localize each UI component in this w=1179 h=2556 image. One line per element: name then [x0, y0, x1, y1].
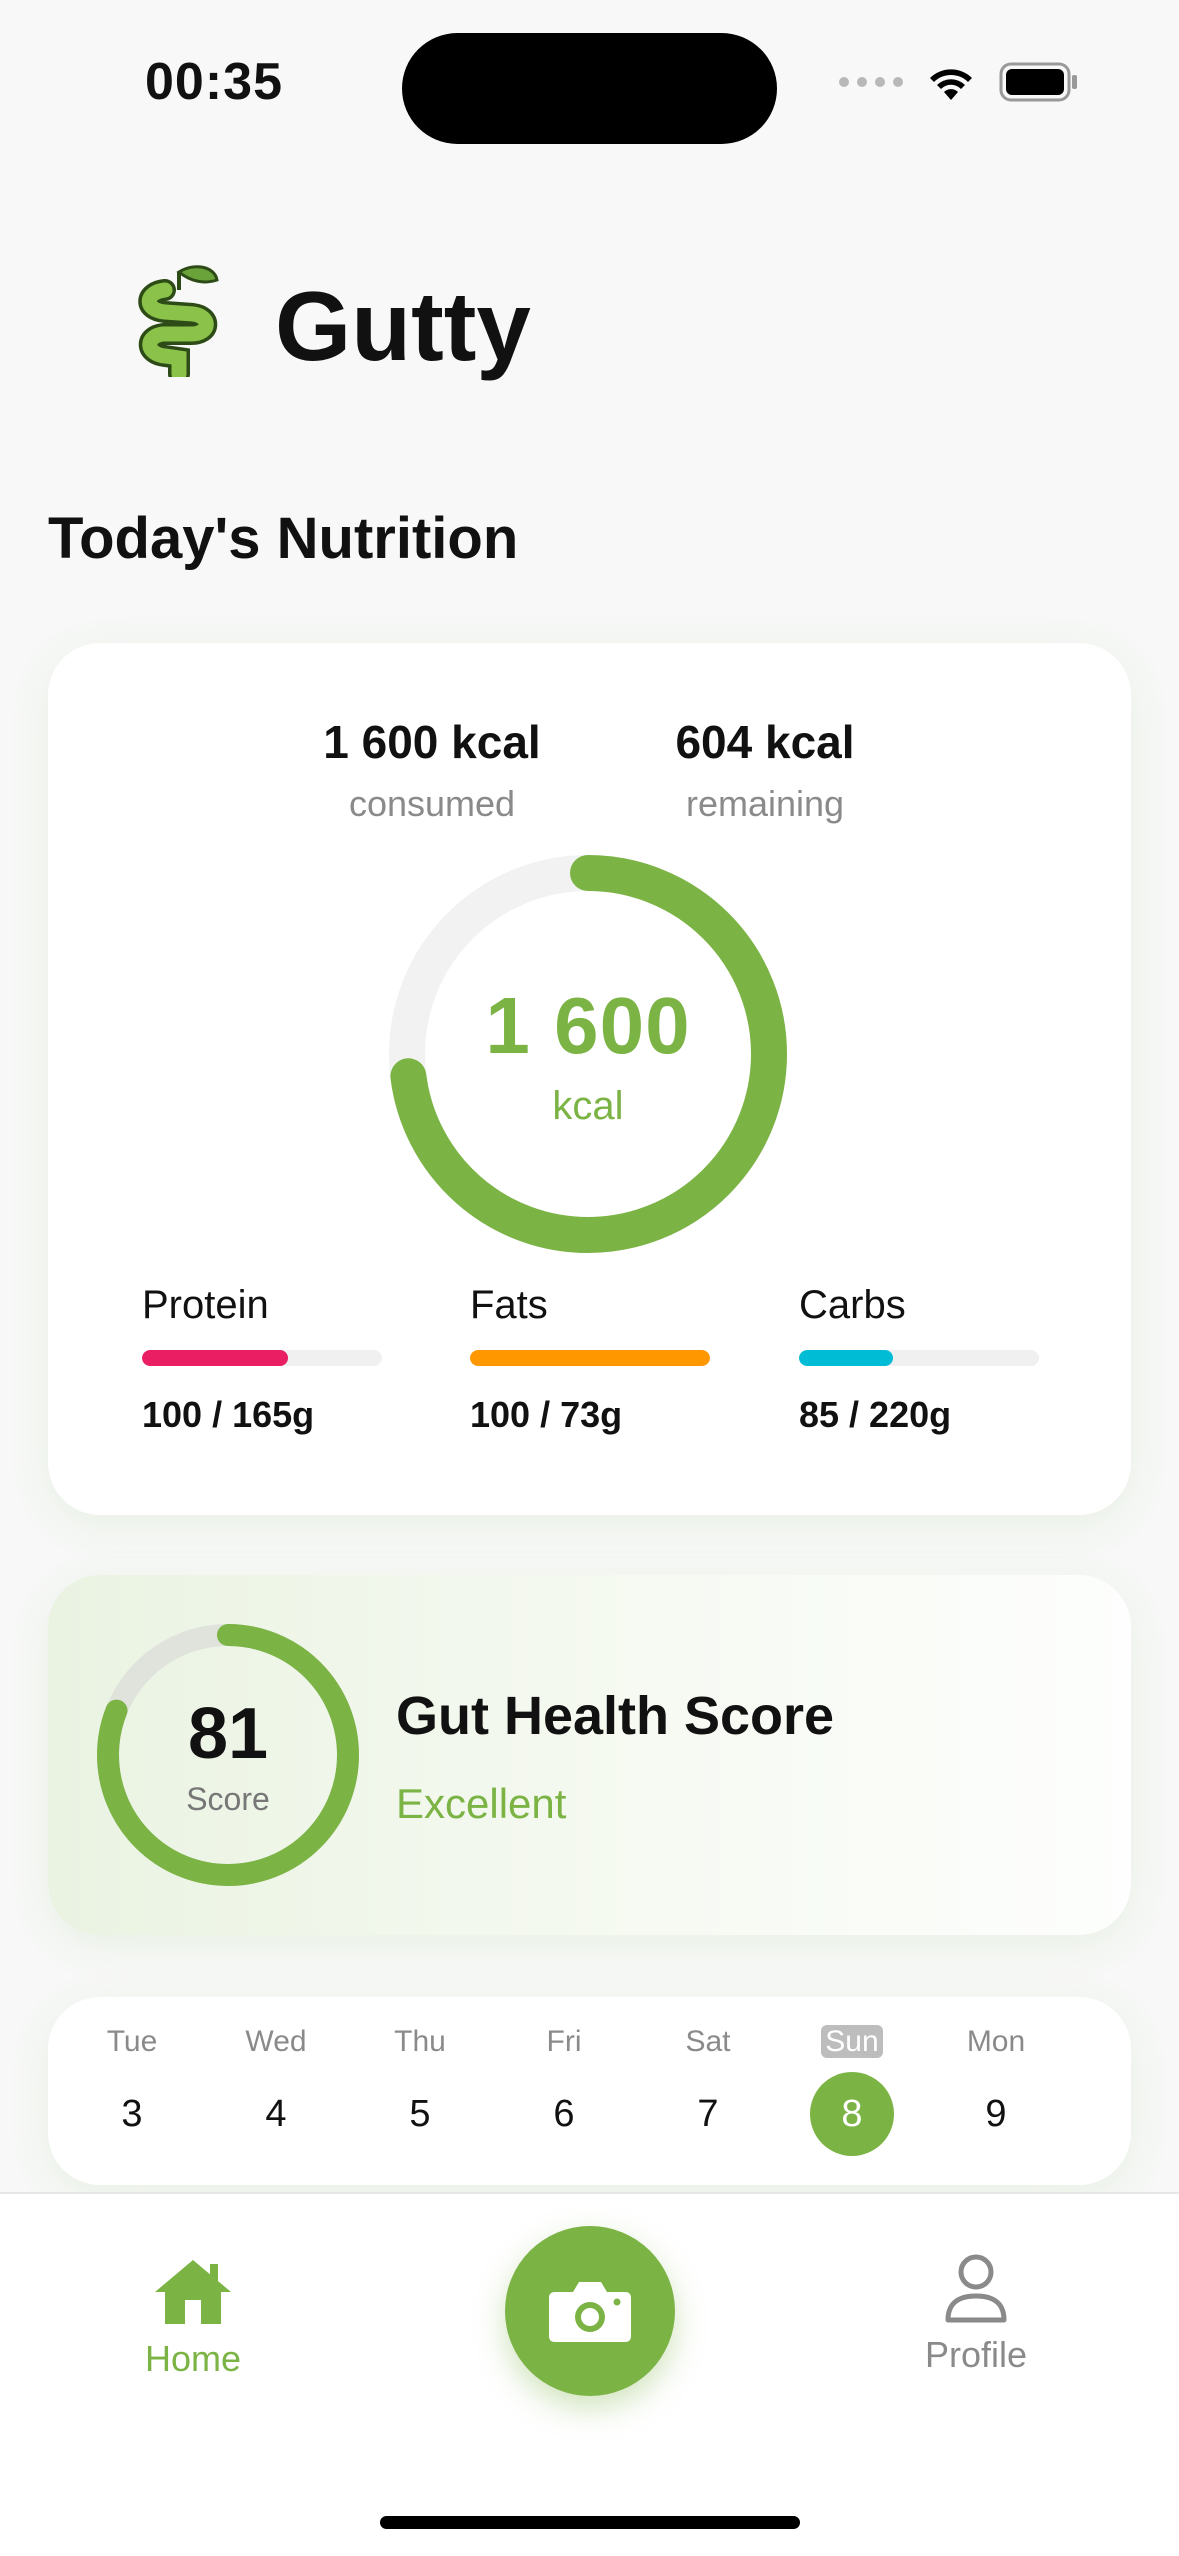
- gut-logo-icon: [138, 265, 219, 377]
- day-number: 4: [265, 2093, 287, 2135]
- house-icon: [155, 2260, 232, 2324]
- day-number: 7: [697, 2093, 719, 2135]
- macro-progress-fill: [142, 1350, 289, 1366]
- macro-progress-fill: [799, 1350, 893, 1366]
- dynamic-island: [402, 33, 777, 144]
- macro-progress-track: [799, 1350, 1039, 1366]
- macro-progress-fill: [470, 1350, 710, 1366]
- tab-profile-label: Profile: [925, 2334, 1028, 2375]
- app-title: Gutty: [275, 271, 531, 381]
- macro-amount: 100 / 73g: [470, 1394, 623, 1435]
- calendar-day-fri[interactable]: Fri 6: [514, 2022, 614, 2156]
- gut-health-card[interactable]: 81 Score Gut Health Score Excellent: [48, 1575, 1131, 1935]
- app-screen: 00:35 Gutty Today's Nutrition 1 600 kcal…: [0, 0, 1179, 2556]
- calendar-day-sat[interactable]: Sat 7: [658, 2022, 758, 2156]
- day-name: Thu: [394, 2025, 446, 2058]
- gut-health-rating: Excellent: [396, 1780, 567, 1827]
- gut-score-value: 81: [187, 1693, 269, 1774]
- day-number: 8: [810, 2072, 894, 2156]
- calorie-total: 1 600: [485, 980, 691, 1070]
- day-name: Sun: [802, 2022, 902, 2062]
- macro-name: Fats: [470, 1283, 548, 1327]
- day-name: Mon: [966, 2025, 1026, 2058]
- calendar-day-tue[interactable]: Tue 3: [82, 2022, 182, 2156]
- macro-name: Protein: [142, 1283, 269, 1327]
- remaining-value: 604 kcal: [675, 716, 855, 768]
- tab-bar: Home Profile: [0, 2192, 1179, 2556]
- macro-fats: Fats 100 / 73g: [470, 1283, 710, 1436]
- macro-carbs: Carbs 85 / 220g: [799, 1283, 1039, 1436]
- section-title: Today's Nutrition: [48, 506, 519, 571]
- calendar-day-thu[interactable]: Thu 5: [370, 2022, 470, 2156]
- wifi-icon: [930, 69, 972, 100]
- day-name: Sat: [685, 2025, 731, 2058]
- consumed-stat: 1 600 kcal consumed: [252, 715, 612, 825]
- tab-profile[interactable]: Profile: [925, 2252, 1027, 2376]
- home-indicator: [380, 2516, 800, 2529]
- calendar-day-wed[interactable]: Wed 4: [226, 2022, 326, 2156]
- gut-score-label: Score: [186, 1780, 270, 1817]
- person-icon: [945, 2254, 1007, 2323]
- cellular-signal-icon: [839, 77, 903, 87]
- macro-amount: 100 / 165g: [142, 1394, 315, 1435]
- status-time: 00:35: [145, 53, 283, 111]
- day-name: Wed: [245, 2025, 307, 2058]
- nutrition-card[interactable]: 1 600 kcal consumed 604 kcal remaining 1…: [48, 643, 1131, 1515]
- day-number: 9: [985, 2093, 1007, 2135]
- tab-home[interactable]: Home: [145, 2256, 241, 2380]
- consumed-label: consumed: [348, 783, 516, 824]
- camera-button[interactable]: [505, 2226, 675, 2396]
- day-number: 6: [553, 2093, 575, 2135]
- remaining-stat: 604 kcal remaining: [585, 715, 945, 825]
- consumed-value: 1 600 kcal: [323, 716, 541, 768]
- camera-icon: [549, 2282, 631, 2342]
- macro-amount: 85 / 220g: [799, 1394, 952, 1435]
- macro-progress-track: [470, 1350, 710, 1366]
- macro-name: Carbs: [799, 1283, 906, 1327]
- calorie-unit: kcal: [552, 1083, 624, 1128]
- calorie-ring-center: 1 600 kcal: [387, 853, 789, 1255]
- week-calendar: Tue 3 Wed 4 Thu 5 Fri 6 Sat 7 Sun 8 Mon …: [48, 1997, 1131, 2185]
- gut-health-title: Gut Health Score: [396, 1686, 835, 1746]
- battery-icon: [999, 62, 1077, 102]
- status-indicators: [839, 62, 1079, 102]
- day-name: Fri: [546, 2025, 582, 2058]
- remaining-label: remaining: [685, 783, 845, 824]
- gut-score-center: 81 Score: [93, 1620, 363, 1890]
- day-number: 3: [121, 2093, 143, 2135]
- calendar-day-mon[interactable]: Mon 9: [946, 2022, 1046, 2156]
- tab-home-label: Home: [145, 2338, 242, 2379]
- calendar-day-sun-selected[interactable]: Sun 8: [802, 2022, 902, 2156]
- macro-protein: Protein 100 / 165g: [142, 1283, 382, 1436]
- day-name: Tue: [106, 2025, 158, 2058]
- macro-progress-track: [142, 1350, 382, 1366]
- day-number: 5: [409, 2093, 431, 2135]
